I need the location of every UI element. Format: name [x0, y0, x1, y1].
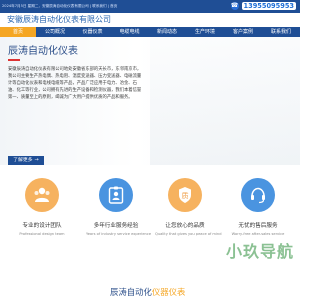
watermark: 小玖导航 [225, 242, 294, 261]
top-bar: 2024年7月5日 星期二，安徽辰涛自动化仪表有限公司 | 联系我们 | 首页 … [0, 0, 300, 13]
main-nav: 首页 公司概况 仪器仪表 电缆电线 新闻动态 生产环境 客户案例 联系我们 [0, 27, 300, 37]
feature-quality[interactable]: 质 让您放心的品质 Quality that gives you peace o… [155, 178, 222, 237]
feature-title: 专业的设计团队 [22, 223, 62, 229]
section-title-accent: 仪器仪表 [151, 287, 186, 297]
learn-more-label: 了解更多 [13, 158, 33, 163]
company-logo[interactable]: 安徽辰涛自动化仪表有限公司 [7, 15, 111, 25]
feature-after-sales[interactable]: 无忧的售后服务 Worry-free after-sales service [228, 178, 288, 237]
nav-item-production[interactable]: 生产环境 [186, 27, 224, 37]
feature-title: 无忧的售后服务 [238, 223, 278, 229]
top-bar-text: 2024年7月5日 星期二，安徽辰涛自动化仪表有限公司 | 联系我们 | 首页 [2, 4, 118, 8]
section-title-main: 辰涛自动化 [110, 287, 152, 297]
nav-item-news[interactable]: 新闻动态 [148, 27, 186, 37]
page: 2024年7月5日 星期二，安徽辰涛自动化仪表有限公司 | 联系我们 | 首页 … [0, 0, 300, 300]
nav-item-about[interactable]: 公司概况 [36, 27, 74, 37]
feature-design-team[interactable]: 专业的设计团队 Professional design team [12, 178, 72, 237]
hero-title: 辰涛自动化仪表 [8, 46, 78, 57]
hero-title-underline [8, 59, 20, 61]
feature-subtitle: Worry-free after-sales service [231, 232, 285, 236]
svg-text:质: 质 [182, 191, 189, 200]
nav-item-instruments[interactable]: 仪器仪表 [74, 27, 111, 37]
nav-item-home[interactable]: 首页 [0, 27, 36, 37]
hero-banner: 辰涛自动化仪表 安徽辰涛自动化仪表有限公司地处安徽省东部的天长市，东邻南京市，我… [0, 37, 300, 165]
nav-item-contact[interactable]: 联系我们 [262, 27, 300, 37]
section-title: 辰涛自动化仪器仪表 [110, 287, 185, 298]
phone-number[interactable]: 13955095953 [241, 2, 296, 10]
feature-subtitle: Quality that gives you peace of mind [155, 232, 222, 236]
team-icon [25, 178, 59, 212]
learn-more-button[interactable]: 了解更多 → [8, 156, 44, 165]
feature-subtitle: Professional design team [19, 232, 65, 236]
feature-title: 让您放心的品质 [165, 223, 205, 229]
quality-icon: 质 [168, 178, 202, 212]
nav-item-cables[interactable]: 电缆电线 [111, 27, 148, 37]
phone-icon: ☎ [230, 2, 239, 10]
header: 安徽辰涛自动化仪表有限公司 [0, 13, 300, 27]
features-section: 专业的设计团队 Professional design team 多年行业服务经… [0, 165, 300, 300]
phone-box[interactable]: ☎ 13955095953 [230, 2, 296, 10]
arrow-right-icon: → [34, 157, 39, 163]
nav-item-cases[interactable]: 客户案例 [224, 27, 262, 37]
feature-subtitle: Years of industry service experience [86, 232, 152, 236]
service-icon [241, 178, 275, 212]
id-card-icon [99, 178, 133, 212]
hero-background [150, 37, 300, 165]
hero-description: 安徽辰涛自动化仪表有限公司地处安徽省东部的天长市，东邻南京市，我公司主要生产热电… [8, 67, 142, 100]
feature-experience[interactable]: 多年行业服务经验 Years of industry service exper… [86, 178, 152, 237]
feature-title: 多年行业服务经验 [93, 223, 139, 229]
